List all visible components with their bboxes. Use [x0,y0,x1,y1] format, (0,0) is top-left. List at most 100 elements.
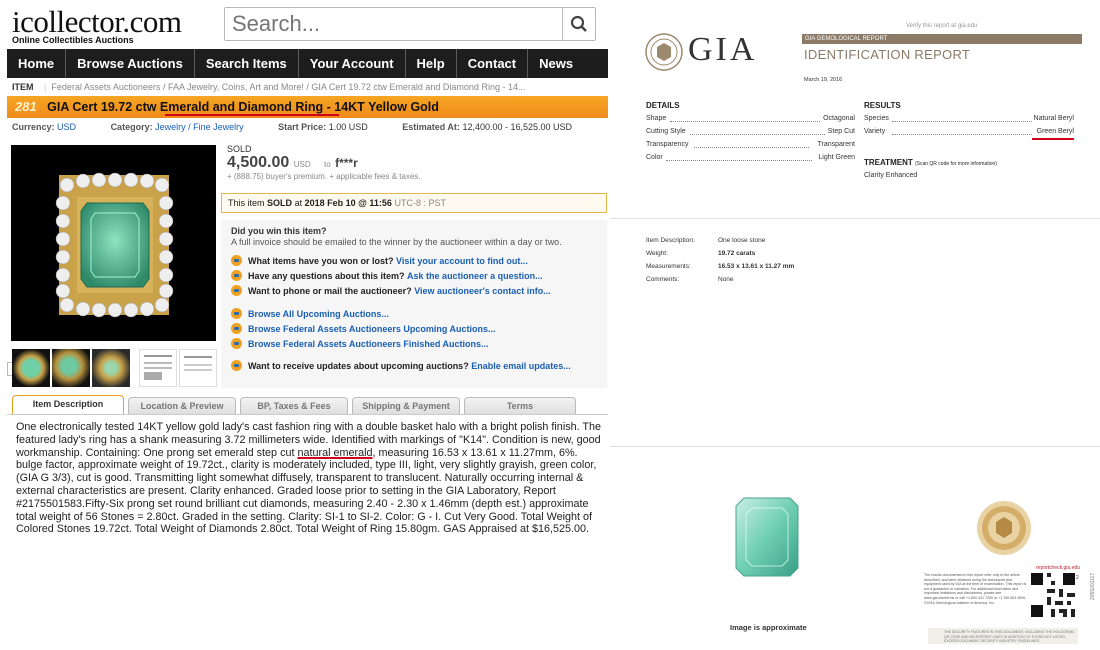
thumbnail-3[interactable] [92,349,130,387]
gia-detail-value: Transparent [817,141,855,148]
sold-price: 4,500.00 [227,154,290,171]
tab-location-preview[interactable]: Location & Preview [128,397,236,415]
gia-detail-value: Light Green [818,154,855,161]
gia-item-value: 16.53 x 13.61 x 11.27 mm [718,263,795,270]
won-text: A full invoice should be emailed to the … [231,237,562,247]
category-label: Category: [110,122,153,132]
sold-notice: This item SOLD at 2018 Feb 10 @ 11:56 UT… [221,193,607,213]
nav-help[interactable]: Help [406,49,457,78]
currency-value[interactable]: USD [57,122,76,132]
gia-item-label: Comments: [646,276,680,283]
item-description: One electronically tested 14KT yellow go… [16,421,604,536]
updates-row: Want to receive updates about upcoming a… [231,360,571,371]
main-nav: Home Browse Auctions Search Items Your A… [7,49,608,78]
enable-email-updates-link[interactable]: Enable email updates... [471,361,571,371]
search-input[interactable] [225,8,562,40]
nav-home[interactable]: Home [7,49,67,78]
tab-shipping-payment[interactable]: Shipping & Payment [352,397,460,415]
buyer-info-box: Did you win this item? A full invoice sh… [221,220,607,388]
breadcrumb-auctioneer[interactable]: Federal Assets Auctioneers [51,82,160,92]
search-button[interactable] [562,8,595,40]
sold-timezone: UTC-8 : PST [394,198,446,208]
category-value[interactable]: Jewelry / Fine Jewelry [155,122,244,132]
gia-treatment-heading: TREATMENT (Scan QR code for more informa… [864,158,997,167]
info-row-contact: Want to phone or mail the auctioneer? Vi… [231,285,551,296]
security-strip: THE SECURITY FEATURES IN THIS DOCUMENT, … [928,628,1078,644]
tab-divider [7,414,608,415]
gia-report-date: March 19, 2016 [804,77,843,83]
leader-dots [670,121,820,122]
gia-detail-label: Color [646,154,663,161]
site-logo[interactable]: icollector.com Online Collectibles Aucti… [12,6,212,46]
gia-item-value: One loose stone [718,237,766,244]
gia-item-label: Weight: [646,250,668,257]
tab-terms[interactable]: Terms [464,397,576,415]
breadcrumb-item: GIA Cert 19.72 ctw Emerald and Diamond R… [311,82,526,92]
nav-contact[interactable]: Contact [457,49,529,78]
sold-currency: USD [293,160,311,169]
sold-label: SOLD [227,144,252,154]
start-price-label: Start Price: [278,122,327,132]
image-caption: Image is approximate [730,623,807,632]
visit-account-link[interactable]: Visit your account to find out... [396,256,528,266]
sale-summary: SOLD 4,500.00 USD to f***r + (888.75) bu… [227,144,421,181]
gia-result-label: Variety [864,128,886,135]
report-serial: 2055201117 [1090,572,1096,600]
tab-item-description[interactable]: Item Description [12,395,124,415]
info-question: What items have you won or lost? [248,255,394,266]
breadcrumb-auction[interactable]: FAA Jewelry, Coins, Art and More! [168,82,304,92]
to-label: to [323,160,331,169]
browse-all-upcoming-link[interactable]: Browse All Upcoming Auctions... [248,309,389,319]
description-highlight: natural emerald [297,446,373,459]
leader-dots [892,121,1032,122]
info-question: Want to phone or mail the auctioneer? [248,285,412,296]
gia-gold-seal-icon [977,501,1031,555]
ask-auctioneer-link[interactable]: Ask the auctioneer a question... [407,271,543,281]
thumbnail-1[interactable] [12,349,50,387]
info-row-won-lost: What items have you won or lost? Visit y… [231,255,528,266]
leader-dots [690,134,825,135]
tab-bp-taxes-fees[interactable]: BP, Taxes & Fees [240,397,348,415]
sold-notice-prefix: This item [228,198,265,208]
gia-report-title: IDENTIFICATION REPORT [804,47,971,62]
nav-browse-auctions[interactable]: Browse Auctions [66,49,195,78]
page-separator [610,446,1100,447]
info-row-questions: Have any questions about this item? Ask … [231,270,543,281]
buyers-premium: + (888.75) buyer's premium. + applicable… [227,172,421,181]
nav-search-items[interactable]: Search Items [195,49,299,78]
browse-row-upcoming-faa: Browse Federal Assets Auctioneers Upcomi… [231,323,496,334]
info-bullet-icon [231,255,242,266]
qr-code-icon [1031,573,1075,617]
info-bullet-icon [231,285,242,296]
browse-row-upcoming-all: Browse All Upcoming Auctions... [231,308,389,319]
lot-number: 281 [15,99,37,114]
info-bullet-icon [231,338,242,349]
thumbnail-4[interactable] [139,349,177,387]
info-bullet-icon [231,360,242,371]
contact-info-link[interactable]: View auctioneer's contact info... [414,286,551,296]
gia-detail-value: Octagonal [823,115,855,122]
gia-item-value: 19.72 carats [718,250,756,257]
lot-meta: Currency: USD Category: Jewelry / Fine J… [12,122,604,132]
start-price: 1.00 USD [328,122,368,132]
thumbnail-5[interactable] [179,349,217,387]
nav-your-account[interactable]: Your Account [299,49,406,78]
item-tabs: Item Description Location & Preview BP, … [12,395,608,415]
nav-news[interactable]: News [528,49,584,78]
gia-results-heading: RESULTS [864,101,901,110]
browse-row-finished-faa: Browse Federal Assets Auctioneers Finish… [231,338,489,349]
gia-treatment-note: (Scan QR code for more information) [914,161,997,167]
sold-notice-at: at [294,198,303,208]
buyer-name: f***r [335,156,358,170]
browse-faa-upcoming-link[interactable]: Browse Federal Assets Auctioneers Upcomi… [248,324,496,334]
leader-dots [694,147,809,148]
main-product-image[interactable] [11,145,216,341]
thumbnail-2[interactable] [52,349,90,387]
gia-header-bar: GIA GEMOLOGICAL REPORT [802,34,1082,44]
sold-date: 2018 Feb 10 @ 11:56 [304,198,392,208]
reportcheck-url: reportcheck.gia.edu [1036,565,1080,571]
thumbnail-strip: ‹ [7,349,218,387]
browse-faa-finished-link[interactable]: Browse Federal Assets Auctioneers Finish… [248,339,489,349]
breadcrumb: ITEM | Federal Assets Auctioneers / FAA … [12,82,526,92]
gia-detail-label: Transparency [646,141,689,148]
